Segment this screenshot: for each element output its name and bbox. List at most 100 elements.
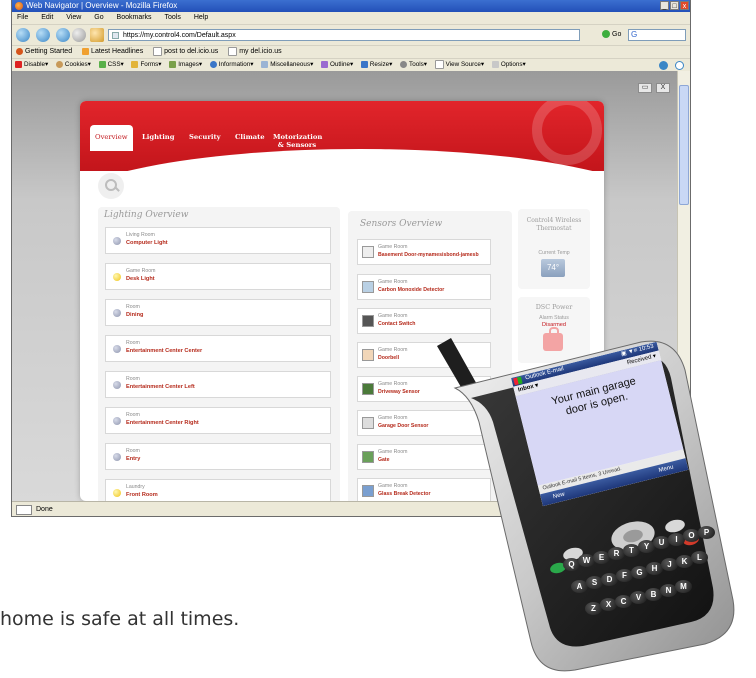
go-button[interactable]: Go: [602, 28, 624, 42]
bookmark-getting-started[interactable]: Getting Started: [16, 47, 72, 55]
firefox-icon: [16, 47, 23, 55]
maximize-button[interactable]: □: [670, 1, 679, 10]
dev-forms[interactable]: Forms▾: [131, 60, 161, 68]
light-device: Entertainment Center Right: [126, 420, 199, 426]
tab-security[interactable]: Security: [189, 133, 221, 141]
search-icon[interactable]: [98, 173, 124, 199]
light-item[interactable]: Game Room Desk Light: [105, 263, 331, 290]
tab-climate[interactable]: Climate: [235, 133, 265, 141]
bookmark-post-delicious[interactable]: post to del.icio.us: [153, 46, 218, 56]
tab-overview[interactable]: Overview: [90, 125, 133, 151]
lightbulb-icon: [113, 237, 121, 245]
driveway-sensor-icon: [362, 383, 374, 395]
sensor-room: Game Room: [378, 381, 408, 387]
misc-icon: [261, 60, 269, 68]
page-icon: [228, 46, 238, 56]
light-room: Game Room: [126, 268, 156, 274]
menu-view[interactable]: View: [66, 14, 81, 21]
bookmark-latest-headlines[interactable]: Latest Headlines: [82, 47, 143, 55]
dev-outline[interactable]: Outline▾: [321, 60, 353, 68]
light-item[interactable]: Living Room Computer Light: [105, 227, 331, 254]
rss-icon: [82, 47, 90, 55]
menu-edit[interactable]: Edit: [41, 14, 53, 21]
resize-icon: [360, 60, 368, 68]
sensor-item[interactable]: Game Room Basement Door-mynamesisbond-jam…: [357, 239, 491, 265]
forward-icon[interactable]: [36, 28, 50, 42]
light-device: Front Room: [126, 492, 158, 498]
status-check-icon[interactable]: [659, 61, 668, 70]
light-device: Entertainment Center Center: [126, 348, 203, 354]
dev-tools[interactable]: Tools▾: [400, 60, 427, 68]
sensor-item[interactable]: Game Room Carbon Monoxide Detector: [357, 274, 491, 300]
dev-resize[interactable]: Resize▾: [360, 60, 392, 68]
images-icon: [169, 60, 177, 68]
key-p[interactable]: P: [698, 525, 715, 539]
menu-bar: File Edit View Go Bookmarks Tools Help: [12, 12, 690, 24]
stop-icon[interactable]: [72, 28, 86, 42]
light-room: Room: [126, 448, 140, 454]
disable-icon: [15, 60, 22, 68]
reload-icon[interactable]: [56, 28, 70, 42]
home-icon[interactable]: [90, 28, 104, 42]
garage-door-icon: [362, 417, 374, 429]
web-developer-toolbar: Disable▾ Cookies▾ CSS▾ Forms▾ Images▾ In…: [12, 58, 690, 71]
dev-view-source[interactable]: View Source▾: [434, 59, 484, 69]
thermostat-title: Control4 Wireless Thermostat: [526, 217, 582, 232]
go-icon: [602, 30, 610, 39]
gate-icon: [362, 451, 374, 463]
light-item[interactable]: Room Entry: [105, 443, 331, 470]
lightbulb-icon: [113, 273, 121, 281]
close-button[interactable]: x: [680, 1, 689, 10]
sensor-room: Game Room: [378, 483, 408, 489]
dev-miscellaneous[interactable]: Miscellaneous▾: [261, 60, 313, 68]
tab-motorization-sensors[interactable]: Motorization & Sensors: [273, 133, 322, 149]
light-room: Room: [126, 340, 140, 346]
dev-options[interactable]: Options▾: [491, 60, 526, 68]
menu-help[interactable]: Help: [194, 14, 208, 21]
options-icon: [491, 60, 499, 68]
scrollbar-thumb[interactable]: [679, 85, 689, 205]
dev-cookies[interactable]: Cookies▾: [55, 60, 91, 68]
sensor-room: Game Room: [378, 449, 408, 455]
lightbulb-icon: [113, 309, 121, 317]
info-icon[interactable]: [675, 61, 684, 70]
thermostat-widget[interactable]: Control4 Wireless Thermostat Current Tem…: [518, 209, 590, 289]
light-item[interactable]: Room Entertainment Center Right: [105, 407, 331, 434]
cookie-icon: [55, 60, 63, 68]
menu-go[interactable]: Go: [94, 14, 103, 21]
restore-icon[interactable]: ▭: [638, 83, 652, 93]
light-item[interactable]: Room Entertainment Center Left: [105, 371, 331, 398]
light-item[interactable]: Laundry Front Room: [105, 479, 331, 501]
url-bar[interactable]: https://my.control4.com/Default.aspx: [108, 29, 580, 41]
close-page-button[interactable]: X: [656, 83, 670, 93]
dev-information[interactable]: Information▾: [209, 60, 253, 68]
light-room: Room: [126, 304, 140, 310]
co-detector-icon: [362, 281, 374, 293]
sensor-room: Game Room: [378, 244, 408, 250]
light-item[interactable]: Room Entertainment Center Center: [105, 335, 331, 362]
lighting-overview-panel: Lighting Overview Living Room Computer Li…: [98, 207, 340, 501]
smartphone: Outlook E-mail ▣ ▼≡ 10:53 Inbox ▾ Receiv…: [413, 318, 743, 678]
menu-tools[interactable]: Tools: [165, 14, 181, 21]
sensor-room: Game Room: [378, 279, 408, 285]
dev-images[interactable]: Images▾: [169, 60, 202, 68]
door-sensor-icon: [362, 246, 374, 258]
tab-lighting[interactable]: Lighting: [142, 133, 174, 141]
page-icon: [153, 46, 163, 56]
doorbell-icon: [362, 349, 374, 361]
contact-switch-icon: [362, 315, 374, 327]
light-item[interactable]: Room Dining: [105, 299, 331, 326]
dev-css[interactable]: CSS▾: [98, 60, 124, 68]
css-icon: [98, 60, 106, 68]
light-room: Room: [126, 376, 140, 382]
menu-bookmarks[interactable]: Bookmarks: [117, 14, 152, 21]
menu-file[interactable]: File: [17, 14, 28, 21]
forms-icon: [131, 60, 139, 68]
dev-disable[interactable]: Disable▾: [15, 60, 48, 68]
bookmark-my-delicious[interactable]: my del.icio.us: [228, 46, 282, 56]
light-device: Computer Light: [126, 240, 168, 246]
minimize-button[interactable]: _: [660, 1, 669, 10]
back-icon[interactable]: [16, 28, 30, 42]
search-input[interactable]: G: [628, 29, 686, 41]
info-icon: [209, 60, 217, 68]
